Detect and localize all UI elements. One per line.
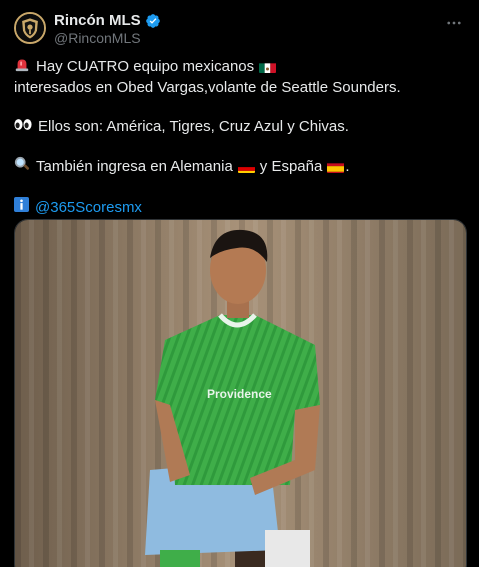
- eyes-icon: [14, 117, 32, 137]
- verified-badge-icon: [145, 13, 161, 29]
- tweet-line-1c: volante de Seattle Sounders.: [208, 79, 401, 96]
- tweet-paragraph-1: Hay CUATRO equipo mexicanos interesados …: [14, 56, 464, 98]
- tweet-paragraph-2: Ellos son: América, Tigres, Cruz Azul y …: [14, 117, 464, 137]
- rincon-mls-logo-icon: [16, 14, 44, 42]
- tweet-line-1b: interesados en Obed Vargas,: [14, 79, 209, 96]
- tweet-line-1a: Hay CUATRO equipo mexicanos: [36, 58, 255, 75]
- mention-link[interactable]: @365Scoresmx: [35, 198, 142, 218]
- rotating-light-icon: [14, 56, 30, 78]
- more-horizontal-icon[interactable]: [443, 12, 465, 34]
- tweet-media-photo[interactable]: Providence: [14, 219, 467, 567]
- tweet-line-3b: y España: [259, 158, 323, 175]
- mexico-flag-icon: [259, 61, 277, 73]
- jersey-sponsor: Providence: [207, 387, 272, 401]
- magnifying-glass-icon: [14, 156, 30, 178]
- tweet-header: Rincón MLS @RinconMLS: [14, 12, 465, 46]
- tweet-line-3a: También ingresa en Alemania: [36, 158, 233, 175]
- germany-flag-icon: [237, 161, 255, 173]
- author-display-name[interactable]: Rincón MLS: [54, 13, 141, 29]
- author-name-row[interactable]: Rincón MLS: [54, 13, 161, 29]
- author-handle[interactable]: @RinconMLS: [54, 30, 141, 46]
- information-icon: [14, 197, 29, 218]
- player-photo: Providence: [15, 220, 466, 567]
- tweet-line-2: Ellos son: América, Tigres, Cruz Azul y …: [38, 118, 349, 135]
- tweet-paragraph-4: @365Scoresmx: [14, 197, 464, 218]
- avatar[interactable]: [14, 12, 46, 44]
- spain-flag-icon: [327, 161, 345, 173]
- tweet-line-3c: .: [345, 158, 350, 175]
- tweet-text: Hay CUATRO equipo mexicanos interesados …: [14, 56, 464, 218]
- tweet-paragraph-3: También ingresa en Alemania y España .: [14, 156, 464, 178]
